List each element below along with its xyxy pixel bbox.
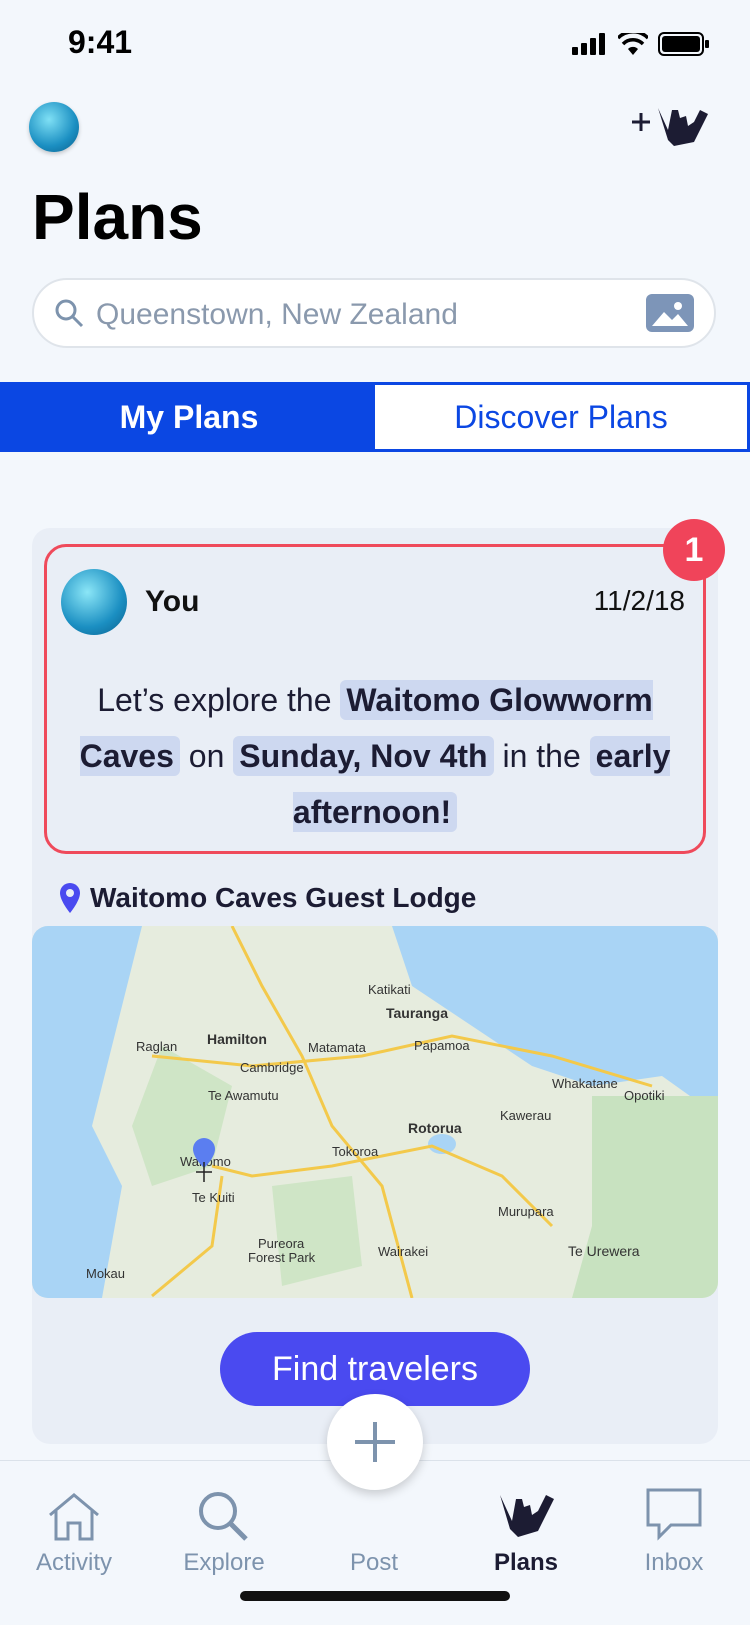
map-label-tauranga: Tauranga	[386, 1005, 448, 1021]
map-graphic: Hamilton Raglan Cambridge Te Awamutu Mat…	[32, 926, 718, 1298]
add-plan-button[interactable]	[628, 100, 718, 150]
message-day: Sunday, Nov 4th	[233, 736, 494, 776]
search-icon	[55, 299, 84, 328]
map-label-opotiki: Opotiki	[624, 1088, 665, 1103]
status-icons	[572, 32, 710, 56]
tab-my-plans[interactable]: My Plans	[3, 385, 375, 449]
shaka-icon	[500, 1495, 554, 1537]
post-button[interactable]	[327, 1394, 423, 1490]
plan-date: 11/2/18	[593, 585, 685, 616]
map-label-cambridge: Cambridge	[240, 1060, 304, 1075]
plan-message-text: Let’s explore the Waitomo Glowworm Caves…	[67, 672, 683, 840]
plan-message[interactable]: 1 You 11/2/18 Let’s explore the Waitomo …	[44, 519, 725, 854]
tab-discover-plans[interactable]: Discover Plans	[375, 385, 747, 449]
tabbar-plans[interactable]: Plans	[456, 1471, 596, 1577]
map-label-pureora: Pureora	[258, 1236, 305, 1251]
tabbar-explore[interactable]: Explore	[154, 1471, 294, 1577]
message-pre: Let’s explore the	[97, 682, 332, 718]
map-label-wairakei: Wairakei	[378, 1244, 428, 1259]
plan-location[interactable]: Waitomo Caves Guest Lodge	[60, 882, 476, 914]
tabbar-activity[interactable]: Activity	[4, 1471, 144, 1577]
author-name: You	[145, 585, 200, 618]
plan-card: 1 You 11/2/18 Let’s explore the Waitomo …	[32, 519, 725, 1444]
map-label-raglan: Raglan	[136, 1039, 177, 1054]
location-map[interactable]: Hamilton Raglan Cambridge Te Awamutu Mat…	[32, 926, 718, 1298]
status-bar: 9:41	[0, 0, 750, 88]
search-bar[interactable]: Queenstown, New Zealand	[32, 278, 716, 348]
message-mid2: in the	[502, 738, 581, 774]
map-label-matamata: Matamata	[308, 1040, 367, 1055]
map-label-forest-park: Forest Park	[248, 1250, 316, 1265]
map-label-te-kuiti: Te Kuiti	[192, 1190, 235, 1205]
tabbar-label: Post	[349, 1549, 399, 1576]
map-label-papamoa: Papamoa	[414, 1038, 470, 1053]
message-mid1: on	[188, 738, 225, 774]
map-label-kawerau: Kawerau	[500, 1108, 551, 1123]
search-placeholder: Queenstown, New Zealand	[96, 298, 458, 331]
map-label-mokau: Mokau	[86, 1266, 125, 1281]
image-search-button[interactable]	[646, 294, 694, 332]
cellular-signal-icon	[572, 33, 605, 55]
location-name: Waitomo Caves Guest Lodge	[90, 882, 477, 913]
plans-tabs: My Plans Discover Plans	[0, 382, 750, 452]
map-label-te-awamutu: Te Awamutu	[208, 1088, 279, 1103]
profile-avatar[interactable]	[29, 102, 79, 152]
home-icon	[49, 1493, 99, 1541]
map-label-tokoroa: Tokoroa	[332, 1144, 379, 1159]
tabbar-label: Plans	[493, 1549, 559, 1576]
wifi-icon	[618, 33, 648, 55]
map-forest-east	[572, 1096, 718, 1298]
chat-bubble-icon	[646, 1488, 702, 1541]
map-label-katikati: Katikati	[368, 982, 411, 997]
home-indicator	[240, 1591, 510, 1601]
shaka-plus-icon	[632, 108, 708, 146]
map-label-whakatane: Whakatane	[552, 1076, 618, 1091]
notification-badge: 1	[663, 519, 725, 581]
map-label-rotorua: Rotorua	[408, 1120, 462, 1136]
map-label-hamilton: Hamilton	[207, 1031, 267, 1047]
search-icon	[199, 1492, 248, 1541]
plus-icon	[355, 1422, 395, 1462]
map-label-murupara: Murupara	[498, 1204, 554, 1219]
author-avatar	[61, 569, 127, 635]
image-icon	[652, 302, 688, 326]
tabbar-label: Activity	[35, 1549, 112, 1576]
location-pin-icon	[60, 883, 80, 913]
status-time: 9:41	[68, 24, 133, 60]
tabbar-inbox[interactable]: Inbox	[604, 1471, 744, 1577]
tabbar-label: Inbox	[644, 1549, 704, 1576]
map-label-te-urewera: Te Urewera	[568, 1243, 640, 1259]
battery-icon	[658, 32, 709, 56]
page-title: Plans	[32, 181, 203, 253]
tabbar-label: Explore	[183, 1549, 265, 1576]
